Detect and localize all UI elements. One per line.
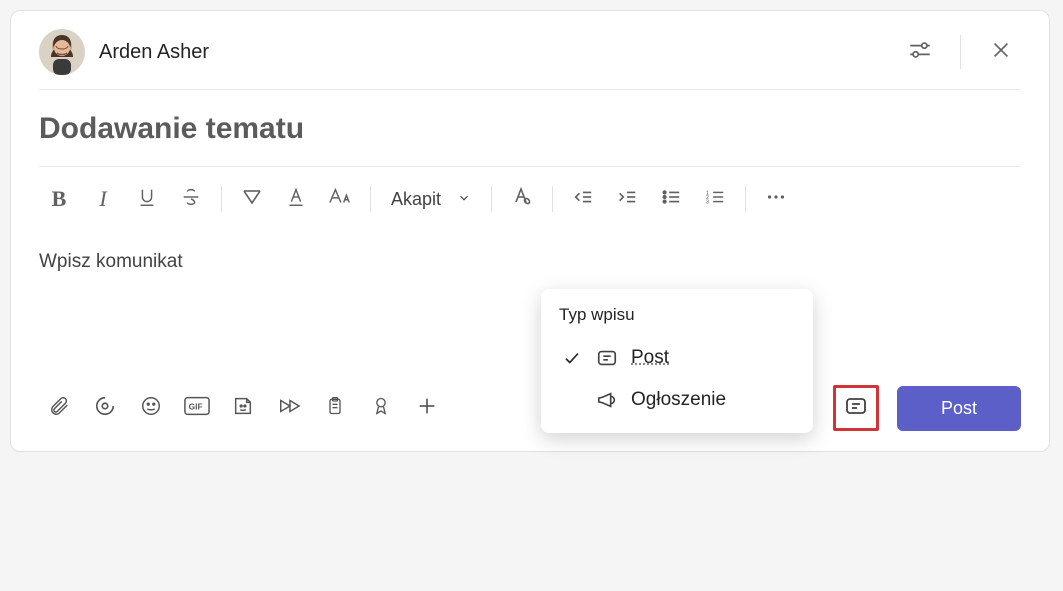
delivery-options-button[interactable]	[900, 32, 940, 72]
loop-icon	[94, 395, 116, 422]
post-type-menu: Typ wpisu Post Ogłoszeni	[541, 289, 813, 433]
emoji-icon	[140, 395, 162, 422]
message-placeholder: Wpisz komunikat	[39, 251, 1021, 273]
stream-button[interactable]	[269, 388, 309, 428]
highlighter-icon	[240, 185, 264, 214]
italic-button[interactable]: I	[83, 181, 123, 217]
sticker-icon	[232, 395, 254, 422]
gif-icon: GIF	[184, 396, 210, 421]
font-size-button[interactable]	[320, 181, 360, 217]
post-type-menu-title: Typ wpisu	[559, 305, 795, 325]
numbered-list-icon: 1 2 3	[703, 186, 727, 213]
checkmark-icon	[561, 349, 583, 367]
compose-actions-row: GIF	[39, 379, 1021, 431]
outdent-icon	[571, 186, 595, 213]
svg-text:GIF: GIF	[189, 401, 203, 411]
underline-button[interactable]	[127, 181, 167, 217]
post-type-option-announcement[interactable]: Ogłoszenie	[559, 379, 795, 421]
font-color-button[interactable]	[276, 181, 316, 217]
post-submit-button[interactable]: Post	[897, 386, 1021, 431]
post-type-option-label: Ogłoszenie	[631, 389, 726, 411]
highlighter-button[interactable]	[232, 181, 272, 217]
indent-button[interactable]	[607, 181, 647, 217]
compose-header: Arden Asher	[39, 29, 1021, 89]
attach-button[interactable]	[39, 388, 79, 428]
subject-input[interactable]	[39, 90, 1021, 166]
numbered-list-button[interactable]: 1 2 3	[695, 181, 735, 217]
svg-text:3: 3	[706, 199, 709, 205]
toolbar-separator	[552, 186, 553, 212]
font-size-icon	[327, 186, 353, 213]
toolbar-separator	[370, 186, 371, 212]
more-options-icon	[765, 186, 787, 213]
toolbar-separator	[221, 186, 222, 212]
bold-icon: B	[52, 186, 67, 212]
post-type-option-post[interactable]: Post	[559, 337, 795, 379]
add-extension-button[interactable]	[407, 388, 447, 428]
loop-button[interactable]	[85, 388, 125, 428]
more-format-options-button[interactable]	[756, 181, 796, 217]
announcement-icon	[595, 389, 619, 411]
italic-icon: I	[99, 186, 106, 212]
praise-icon	[371, 394, 391, 423]
clipboard-button[interactable]	[315, 388, 355, 428]
close-button[interactable]	[981, 32, 1021, 72]
post-type-option-label: Post	[631, 347, 669, 369]
author-name: Arden Asher	[99, 41, 209, 64]
post-type-icon	[844, 394, 868, 423]
strikethrough-button[interactable]	[171, 181, 211, 217]
bulleted-list-icon	[659, 186, 683, 213]
post-submit-label: Post	[941, 398, 977, 418]
format-toolbar: B I	[39, 167, 1021, 229]
underline-icon	[136, 186, 158, 213]
sticker-button[interactable]	[223, 388, 263, 428]
message-body-input[interactable]: Wpisz komunikat	[39, 229, 1021, 379]
indent-icon	[615, 186, 639, 213]
post-icon	[595, 347, 619, 369]
clear-format-icon	[510, 185, 534, 214]
paragraph-style-select[interactable]: Akapit	[381, 189, 481, 210]
add-extension-icon	[416, 395, 438, 422]
avatar	[39, 29, 85, 75]
compose-message-card: Arden Asher	[10, 10, 1050, 452]
bold-button[interactable]: B	[39, 181, 79, 217]
clear-formatting-button[interactable]	[502, 181, 542, 217]
toolbar-separator	[745, 186, 746, 212]
settings-sliders-icon	[907, 37, 933, 68]
strikethrough-icon	[180, 186, 202, 213]
attach-icon	[48, 395, 70, 422]
paragraph-style-label: Akapit	[391, 189, 441, 210]
emoji-button[interactable]	[131, 388, 171, 428]
outdent-button[interactable]	[563, 181, 603, 217]
header-divider	[960, 35, 961, 69]
praise-button[interactable]	[361, 388, 401, 428]
post-type-button[interactable]	[833, 385, 879, 431]
font-color-icon	[285, 186, 307, 213]
chevron-down-icon	[457, 189, 471, 210]
toolbar-separator	[491, 186, 492, 212]
bulleted-list-button[interactable]	[651, 181, 691, 217]
gif-button[interactable]: GIF	[177, 388, 217, 428]
stream-icon	[277, 395, 301, 422]
clipboard-icon	[325, 395, 345, 422]
close-icon	[990, 39, 1012, 66]
